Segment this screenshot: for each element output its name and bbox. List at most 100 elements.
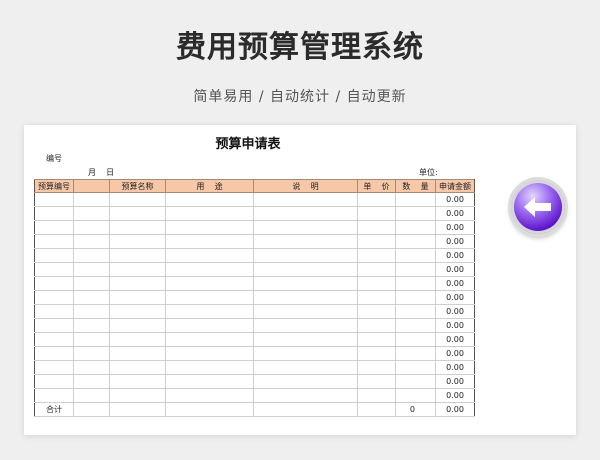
table-cell[interactable]: [165, 206, 254, 221]
table-cell[interactable]: [34, 346, 74, 361]
table-cell[interactable]: [73, 318, 110, 333]
table-cell[interactable]: [253, 374, 358, 389]
table-cell[interactable]: [357, 276, 396, 291]
table-cell[interactable]: [357, 234, 396, 249]
table-cell[interactable]: [165, 290, 254, 305]
table-cell[interactable]: [109, 192, 166, 207]
table-cell[interactable]: [73, 262, 110, 277]
table-cell[interactable]: [395, 248, 436, 263]
table-cell[interactable]: [73, 276, 110, 291]
table-cell[interactable]: [34, 374, 74, 389]
table-cell[interactable]: [395, 388, 436, 403]
table-cell[interactable]: [165, 360, 254, 375]
table-cell[interactable]: [395, 346, 436, 361]
table-cell[interactable]: [109, 234, 166, 249]
table-cell[interactable]: [357, 248, 396, 263]
table-cell[interactable]: [34, 318, 74, 333]
table-cell[interactable]: [165, 304, 254, 319]
table-cell[interactable]: [253, 332, 358, 347]
table-cell[interactable]: [73, 234, 110, 249]
table-cell[interactable]: [253, 290, 358, 305]
table-cell[interactable]: [253, 248, 358, 263]
table-cell[interactable]: [165, 346, 254, 361]
table-cell[interactable]: [357, 290, 396, 305]
table-cell[interactable]: [357, 360, 396, 375]
table-cell[interactable]: [34, 276, 74, 291]
table-cell[interactable]: [395, 276, 436, 291]
amount-cell[interactable]: 0.00: [435, 192, 475, 207]
table-cell[interactable]: [109, 248, 166, 263]
table-cell[interactable]: [395, 318, 436, 333]
table-cell[interactable]: [165, 262, 254, 277]
table-cell[interactable]: [165, 276, 254, 291]
table-cell[interactable]: [73, 248, 110, 263]
table-cell[interactable]: [357, 332, 396, 347]
table-cell[interactable]: [34, 360, 74, 375]
table-cell[interactable]: [357, 262, 396, 277]
table-cell[interactable]: [73, 332, 110, 347]
table-cell[interactable]: [34, 192, 74, 207]
table-cell[interactable]: [34, 220, 74, 235]
table-cell[interactable]: [165, 318, 254, 333]
amount-cell[interactable]: 0.00: [435, 262, 475, 277]
amount-cell[interactable]: 0.00: [435, 248, 475, 263]
table-cell[interactable]: [165, 220, 254, 235]
amount-cell[interactable]: 0.00: [435, 388, 475, 403]
table-cell[interactable]: [253, 276, 358, 291]
amount-cell[interactable]: 0.00: [435, 304, 475, 319]
amount-cell[interactable]: 0.00: [435, 234, 475, 249]
table-cell[interactable]: [165, 192, 254, 207]
table-cell[interactable]: [73, 206, 110, 221]
table-cell[interactable]: [253, 346, 358, 361]
table-cell[interactable]: [109, 374, 166, 389]
table-cell[interactable]: [73, 374, 110, 389]
table-cell[interactable]: [73, 220, 110, 235]
table-cell[interactable]: [109, 220, 166, 235]
table-cell[interactable]: [165, 234, 254, 249]
table-cell[interactable]: [395, 234, 436, 249]
table-cell[interactable]: [253, 388, 358, 403]
table-cell[interactable]: [73, 304, 110, 319]
table-cell[interactable]: [395, 360, 436, 375]
back-button[interactable]: [508, 177, 568, 237]
table-cell[interactable]: [253, 262, 358, 277]
table-cell[interactable]: [165, 388, 254, 403]
table-cell[interactable]: [165, 332, 254, 347]
table-cell[interactable]: [395, 262, 436, 277]
table-cell[interactable]: [357, 374, 396, 389]
table-cell[interactable]: [34, 304, 74, 319]
table-cell[interactable]: [109, 290, 166, 305]
table-cell[interactable]: [73, 290, 110, 305]
table-cell[interactable]: [34, 290, 74, 305]
table-cell[interactable]: [34, 388, 74, 403]
amount-cell[interactable]: 0.00: [435, 276, 475, 291]
table-cell[interactable]: [109, 318, 166, 333]
amount-cell[interactable]: 0.00: [435, 360, 475, 375]
table-cell[interactable]: [357, 206, 396, 221]
amount-cell[interactable]: 0.00: [435, 346, 475, 361]
table-cell[interactable]: [253, 206, 358, 221]
table-cell[interactable]: [34, 332, 74, 347]
table-cell[interactable]: [395, 192, 436, 207]
table-cell[interactable]: [395, 332, 436, 347]
table-cell[interactable]: [165, 374, 254, 389]
amount-cell[interactable]: 0.00: [435, 206, 475, 221]
amount-cell[interactable]: 0.00: [435, 318, 475, 333]
table-cell[interactable]: [73, 346, 110, 361]
table-cell[interactable]: [253, 234, 358, 249]
amount-cell[interactable]: 0.00: [435, 332, 475, 347]
table-cell[interactable]: [357, 304, 396, 319]
table-cell[interactable]: [357, 388, 396, 403]
table-cell[interactable]: [109, 304, 166, 319]
table-cell[interactable]: [73, 360, 110, 375]
amount-cell[interactable]: 0.00: [435, 290, 475, 305]
table-cell[interactable]: [395, 304, 436, 319]
table-cell[interactable]: [109, 332, 166, 347]
table-cell[interactable]: [109, 388, 166, 403]
table-cell[interactable]: [253, 304, 358, 319]
table-cell[interactable]: [357, 346, 396, 361]
table-cell[interactable]: [253, 318, 358, 333]
table-cell[interactable]: [165, 248, 254, 263]
amount-cell[interactable]: 0.00: [435, 220, 475, 235]
table-cell[interactable]: [34, 248, 74, 263]
